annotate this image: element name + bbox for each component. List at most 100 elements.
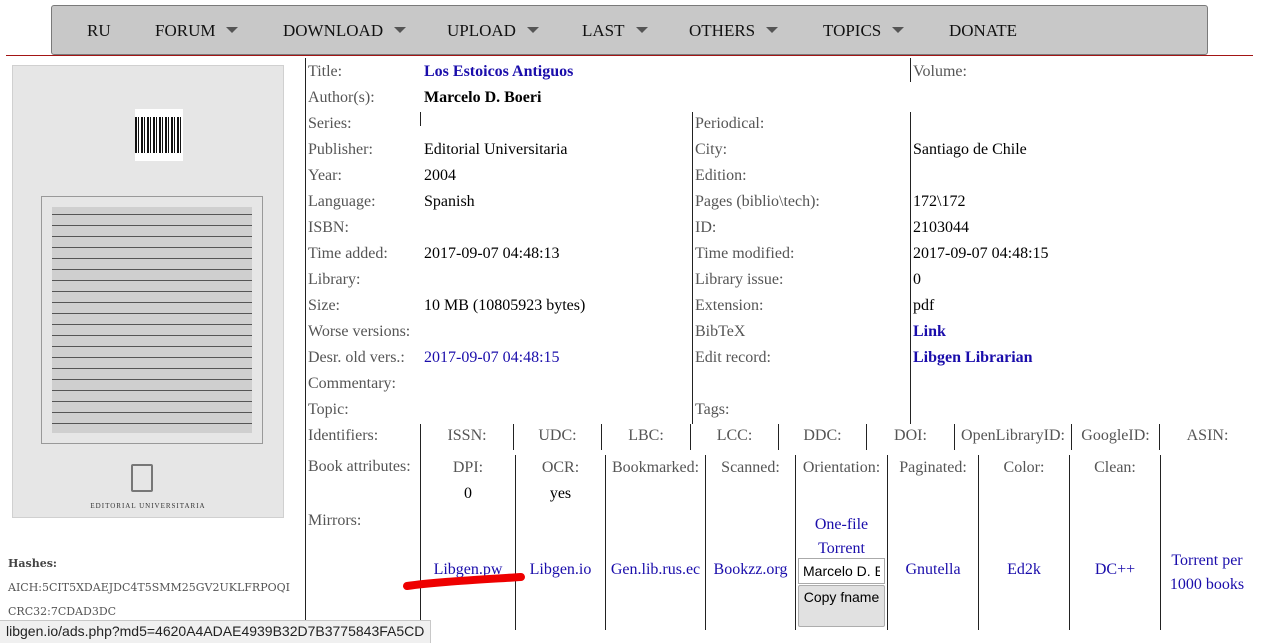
time-modified-label: Time modified: — [695, 245, 795, 262]
library-issue-label: Library issue: — [695, 271, 784, 288]
identifier-udc: UDC: — [538, 427, 577, 444]
menu-label: RU — [87, 21, 111, 40]
worse-versions-label: Worse versions: — [308, 323, 411, 340]
grid-line — [420, 112, 421, 126]
attr-paginated-label: Paginated: — [899, 459, 967, 476]
id-label: ID: — [695, 219, 717, 236]
edit-record-label: Edit record: — [695, 349, 771, 366]
attr-color-label: Color: — [1003, 459, 1045, 476]
library-label: Library: — [308, 271, 361, 288]
year-value: 2004 — [424, 167, 456, 184]
pages-value: 172\172 — [913, 193, 966, 210]
menu-item-topics[interactable]: TOPICS — [823, 21, 905, 41]
extension-label: Extension: — [695, 297, 764, 314]
grid-line — [515, 455, 516, 630]
id-value: 2103044 — [913, 219, 969, 236]
attr-scanned-label: Scanned: — [721, 459, 780, 476]
library-issue-value: 0 — [913, 271, 921, 288]
caret-down-icon — [394, 27, 407, 33]
bibtex-label: BibTeX — [695, 323, 746, 340]
time-added-label: Time added: — [308, 245, 388, 262]
grid-line — [1160, 455, 1161, 630]
menu-label: TOPICS — [823, 21, 882, 40]
identifier-openlibraryid: OpenLibraryID: — [961, 427, 1065, 444]
menu-item-download[interactable]: DOWNLOAD — [283, 21, 407, 41]
bibtex-link[interactable]: Link — [913, 323, 946, 341]
size-label: Size: — [308, 297, 340, 314]
mirror-gen-lib-link[interactable]: Gen.lib.rus.ec — [606, 561, 705, 579]
attr-dpi-label: DPI: — [452, 459, 484, 476]
menu-label: UPLOAD — [447, 21, 516, 40]
desr-old-label: Desr. old vers.: — [308, 349, 405, 366]
identifier-issn: ISSN: — [447, 427, 487, 444]
size-value: 10 MB (10805923 bytes) — [424, 297, 586, 314]
filename-input[interactable] — [798, 558, 885, 584]
publisher-value: Editorial Universitaria — [424, 141, 568, 158]
language-value: Spanish — [424, 193, 475, 210]
top-menu: RU FORUM DOWNLOAD UPLOAD LAST OTHERS TOP… — [51, 5, 1208, 55]
identifiers-label: Identifiers: — [308, 427, 379, 444]
attr-ocr-label: OCR: — [541, 459, 580, 476]
language-label: Language: — [308, 193, 376, 210]
publisher-logo-text: EDITORIAL UNIVERSITARIA — [90, 502, 206, 510]
city-label: City: — [695, 141, 728, 158]
menu-label: FORUM — [155, 21, 216, 40]
torrent-per-1000-books-link[interactable]: Torrent per 1000 books — [1161, 549, 1253, 597]
red-underline-annotation — [403, 573, 525, 590]
author-link[interactable]: Marcelo D. Boeri — [424, 89, 541, 107]
menu-item-upload[interactable]: UPLOAD — [447, 21, 539, 41]
year-label: Year: — [308, 167, 342, 184]
identifier-doi: DOI: — [894, 427, 927, 444]
attr-orientation-label: Orientation: — [802, 459, 881, 476]
mirror-bookzz-link[interactable]: Bookzz.org — [706, 561, 795, 579]
edit-record-link[interactable]: Libgen Librarian — [913, 349, 1033, 367]
title-link[interactable]: Los Estoicos Antiguos — [424, 63, 573, 81]
book-cover-image[interactable]: EDITORIAL UNIVERSITARIA — [12, 65, 284, 518]
menu-label: LAST — [582, 21, 625, 40]
hash-aich: AICH:5CIT5XDAEJDC4T5SMM25GV2UKLFRPOQI — [8, 581, 290, 594]
grid-line — [887, 455, 888, 630]
mirror-ed2k-link[interactable]: Ed2k — [979, 561, 1069, 579]
topic-label: Topic: — [308, 401, 349, 418]
copy-fname-button[interactable]: Copy fname — [798, 585, 885, 627]
book-attributes-label: Book attributes: — [308, 458, 411, 475]
mirror-libgen-io-link[interactable]: Libgen.io — [516, 561, 605, 579]
caret-down-icon — [226, 27, 239, 33]
grid-line — [910, 398, 911, 424]
mirror-gnutella-link[interactable]: Gnutella — [888, 561, 978, 579]
hashes-block: Hashes: AICH:5CIT5XDAEJDC4T5SMM25GV2UKLF… — [8, 552, 290, 624]
grid-line — [692, 398, 693, 424]
isbn-label: ISBN: — [308, 219, 349, 236]
hashes-title: Hashes: — [8, 557, 57, 570]
city-value: Santiago de Chile — [913, 141, 1027, 158]
pages-label: Pages (biblio\tech): — [695, 193, 820, 210]
one-file-torrent-link[interactable]: One-file Torrent — [796, 513, 887, 561]
cover-blurb-text-graphic — [41, 196, 263, 444]
grid-line — [692, 112, 693, 398]
extension-value: pdf — [913, 297, 935, 314]
attr-clean-label: Clean: — [1094, 459, 1136, 476]
grid-line — [978, 455, 979, 630]
grid-line — [910, 58, 911, 82]
menu-item-others[interactable]: OTHERS — [689, 21, 779, 41]
desr-old-link[interactable]: 2017-09-07 04:48:15 — [424, 349, 560, 367]
grid-line — [305, 58, 306, 630]
grid-line — [705, 455, 706, 630]
menu-item-donate[interactable]: DONATE — [949, 21, 1017, 41]
menu-label: DONATE — [949, 21, 1017, 40]
menu-item-ru[interactable]: RU — [87, 21, 111, 41]
attr-dpi-value: 0 — [464, 485, 472, 502]
attr-bookmarked-label: Bookmarked: — [611, 459, 700, 476]
tags-label: Tags: — [695, 401, 730, 418]
identifier-ddc: DDC: — [803, 427, 842, 444]
menu-item-last[interactable]: LAST — [582, 21, 648, 41]
status-url: libgen.io/ads.php?md5=4620A4ADAE4939B32D… — [6, 623, 425, 639]
menu-item-forum[interactable]: FORUM — [155, 21, 239, 41]
mirror-dcpp-link[interactable]: DC++ — [1070, 561, 1160, 579]
time-added-value: 2017-09-07 04:48:13 — [424, 245, 560, 262]
volume-label: Volume: — [913, 63, 967, 80]
barcode-graphic — [135, 109, 183, 161]
time-modified-value: 2017-09-07 04:48:15 — [913, 245, 1049, 262]
identifier-lcc: LCC: — [716, 427, 753, 444]
edition-label: Edition: — [695, 167, 747, 184]
